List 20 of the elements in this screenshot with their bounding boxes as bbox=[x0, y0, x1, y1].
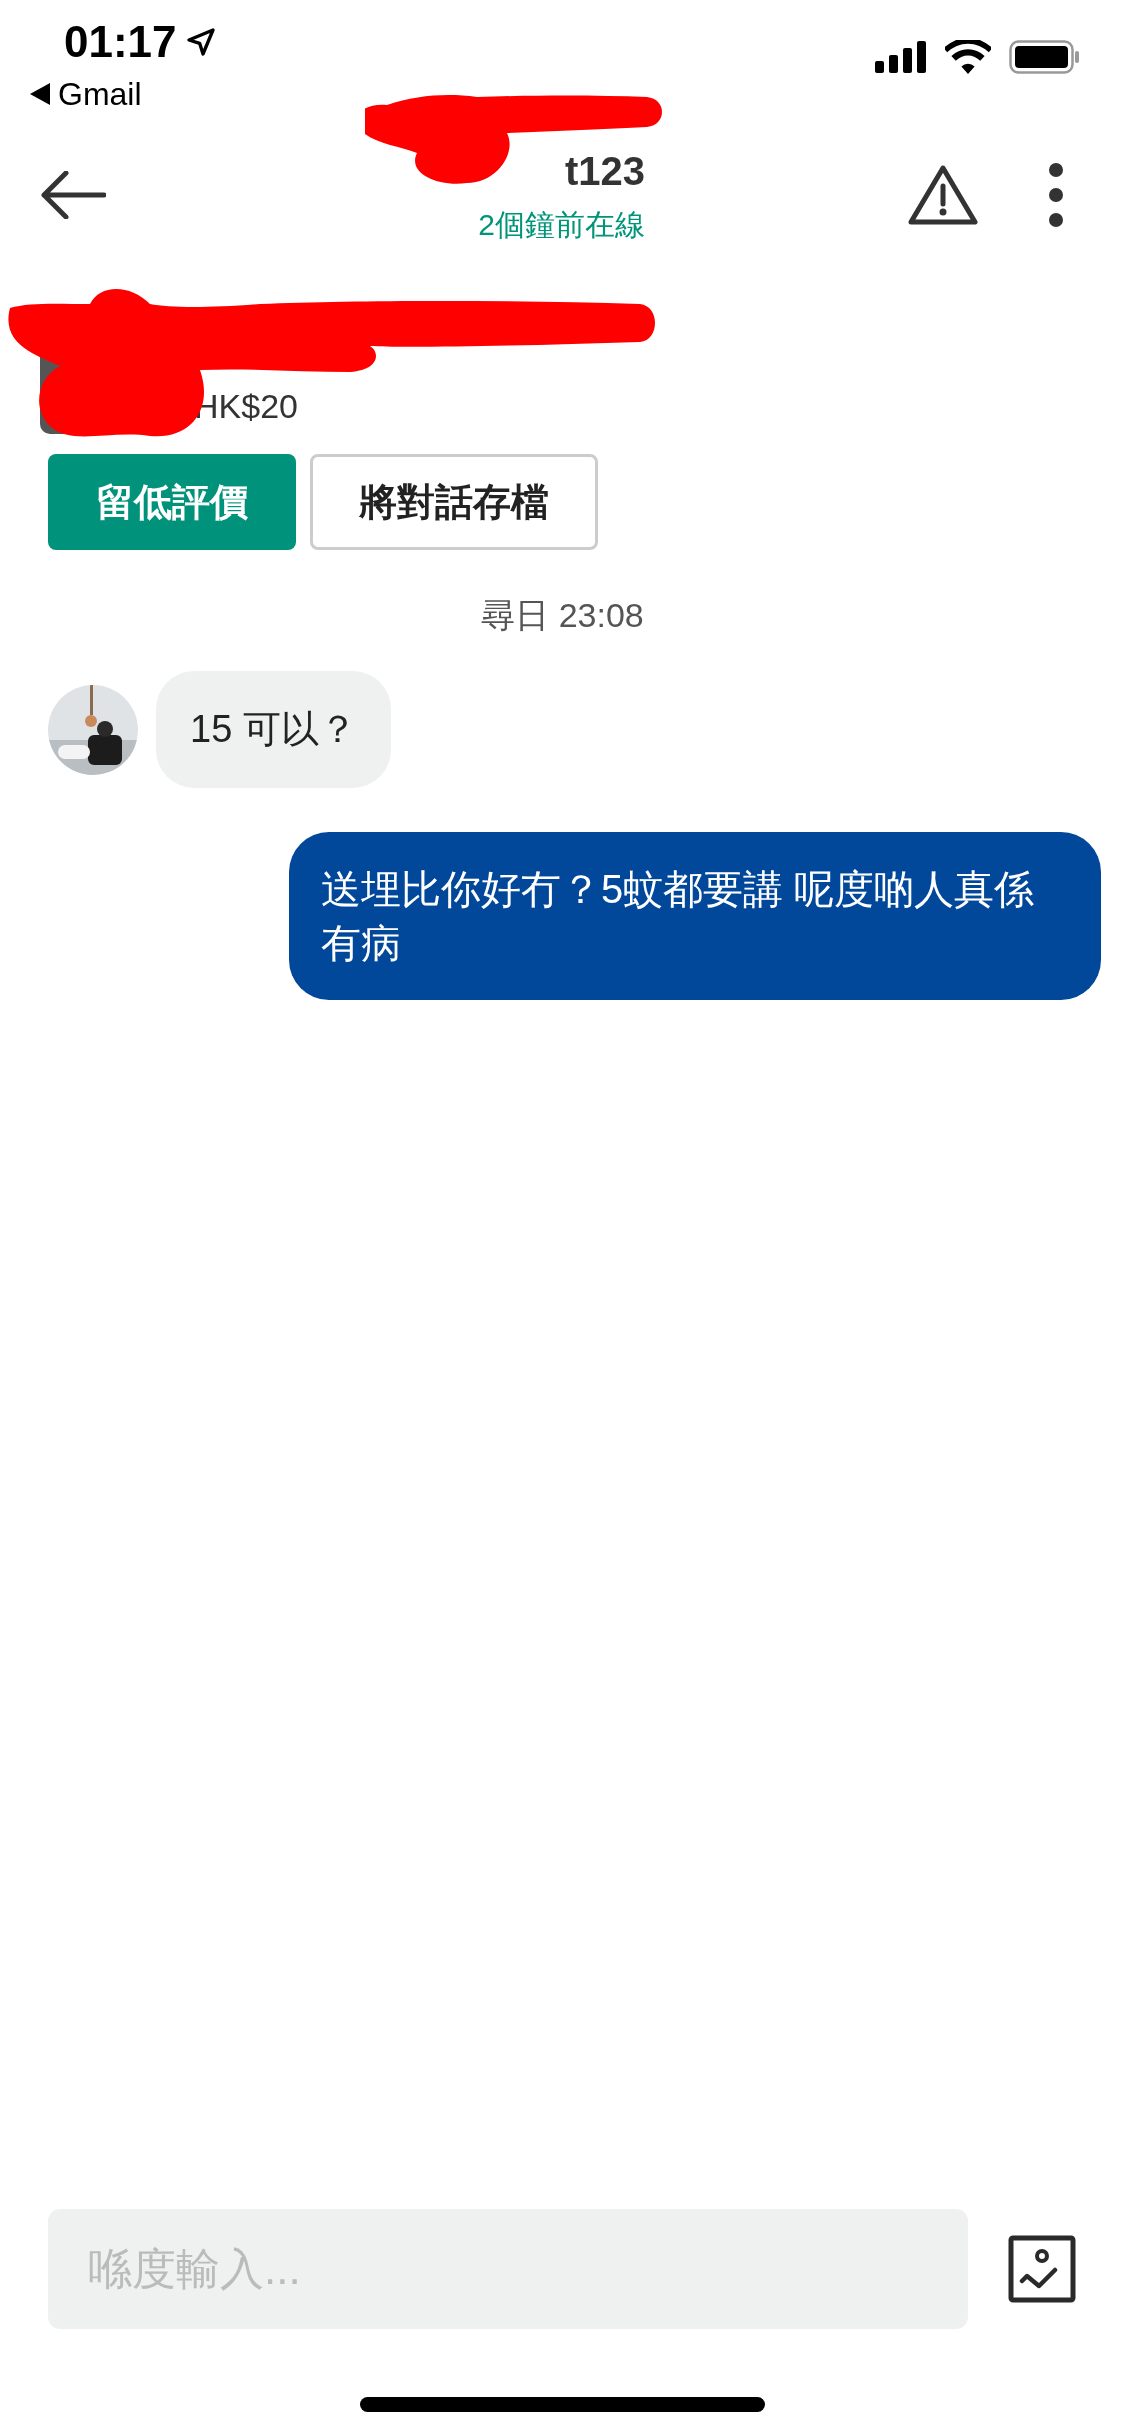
back-to-app-link[interactable]: Gmail bbox=[30, 78, 217, 110]
presence-status: 2個鐘前在線 bbox=[478, 207, 645, 244]
status-time: 01:17 bbox=[64, 20, 177, 64]
back-triangle-icon bbox=[30, 83, 50, 105]
image-icon bbox=[1008, 2235, 1077, 2303]
back-app-label: Gmail bbox=[58, 78, 142, 110]
more-vertical-icon bbox=[1048, 162, 1064, 228]
wifi-icon bbox=[945, 40, 991, 74]
leave-review-button[interactable]: 留低評價 bbox=[48, 454, 296, 550]
signal-icon bbox=[875, 41, 927, 73]
chat-partner-name: t123 bbox=[564, 148, 645, 196]
received-message: 15 可以？ bbox=[156, 671, 391, 788]
battery-icon bbox=[1009, 40, 1081, 74]
back-arrow-icon bbox=[40, 171, 106, 219]
archive-chat-button[interactable]: 將對話存檔 bbox=[310, 454, 598, 550]
location-arrow-icon bbox=[184, 26, 217, 58]
warning-icon bbox=[907, 164, 979, 226]
message-timestamp: 尋日 23:08 bbox=[481, 595, 644, 636]
sent-message: 送埋比你好冇？5蚊都要講 呢度啲人真係有病 bbox=[289, 832, 1101, 1000]
attach-photo-button[interactable] bbox=[1008, 2234, 1077, 2304]
